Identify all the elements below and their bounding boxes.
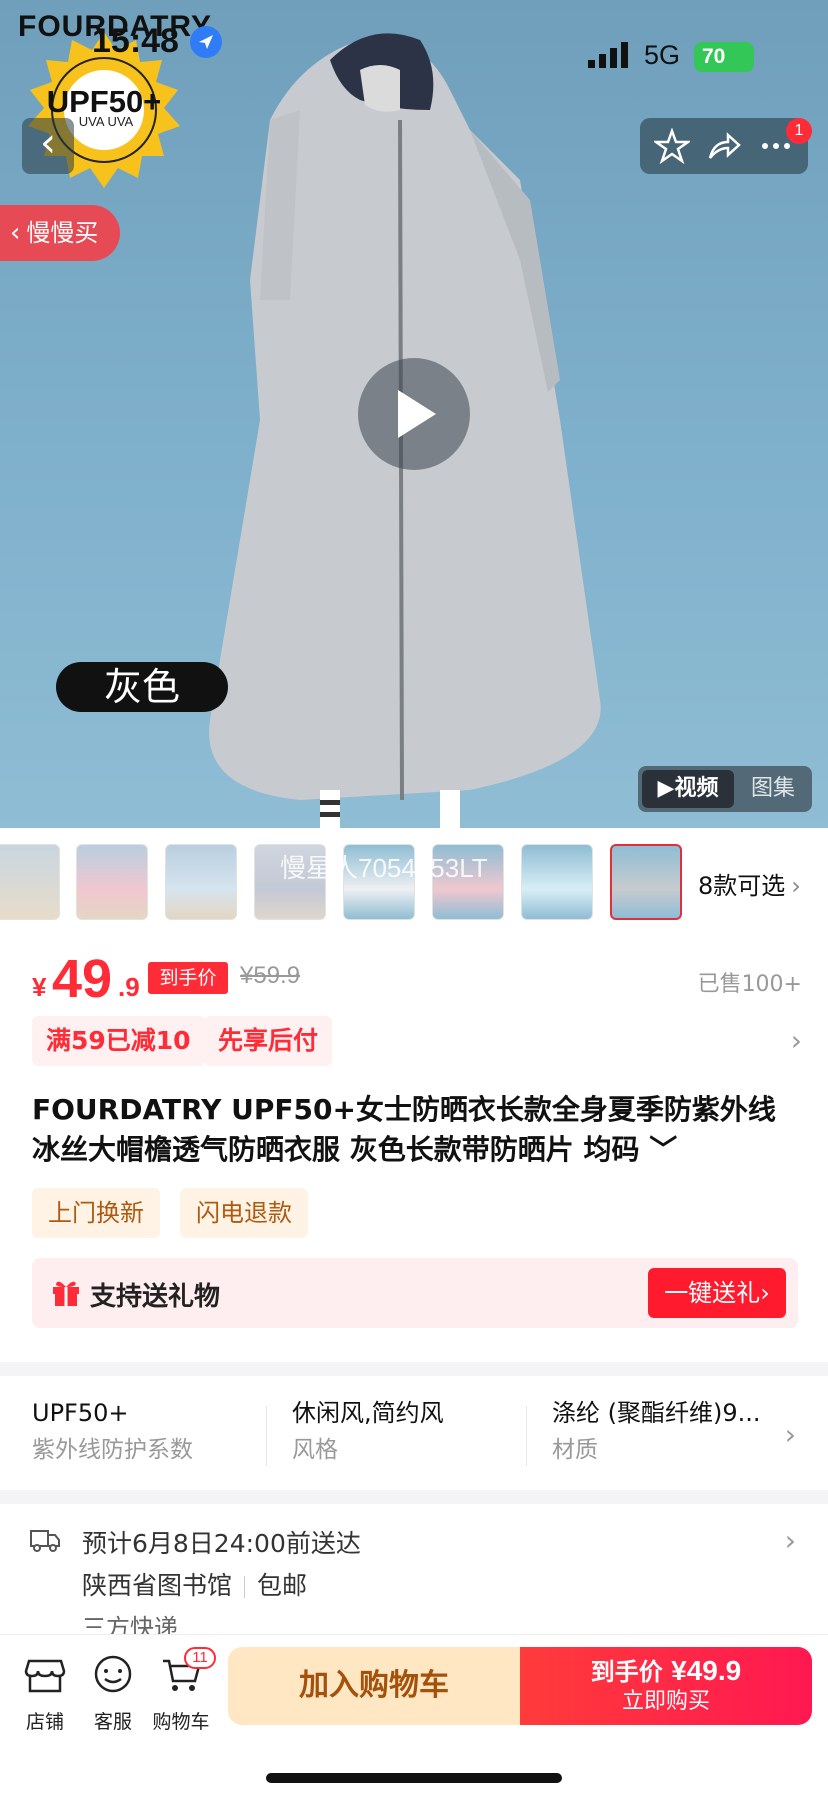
truck-icon — [30, 1530, 60, 1552]
chevron-left-icon: ‹ — [10, 218, 21, 248]
attribute-value: 涤纶 (聚酯纤维)9... — [552, 1399, 761, 1427]
price-decimal: .9 — [118, 972, 140, 1002]
price-row: ¥ 49 .9 到手价 ¥59.9 已售100+ — [32, 948, 802, 1010]
shop-icon — [24, 1659, 66, 1693]
chat-smile-icon — [94, 1655, 132, 1693]
attribute-label: 材质 — [552, 1437, 598, 1463]
price-currency: ¥ — [32, 972, 47, 1002]
customer-service-button[interactable]: 客服 — [80, 1653, 146, 1734]
variant-count-label: 8款可选 — [698, 872, 786, 900]
color-label-chip: 灰色 — [56, 662, 228, 712]
battery-indicator: 70 — [694, 42, 754, 72]
media-switch: ▶视频 图集 — [638, 766, 812, 812]
cart-label: 购物车 — [152, 1711, 210, 1733]
tab-video[interactable]: ▶视频 — [642, 770, 734, 808]
variant-thumbnail[interactable] — [521, 844, 593, 920]
final-price-badge: 到手价 — [148, 962, 228, 994]
play-icon — [398, 390, 436, 438]
variant-thumbnail[interactable] — [76, 844, 148, 920]
chevron-right-icon: › — [784, 1418, 796, 1451]
gift-support-label: 支持送礼物 — [90, 1282, 221, 1312]
chevron-right-icon: › — [760, 1279, 770, 1307]
variant-thumbnail[interactable] — [165, 844, 237, 920]
back-to-shop-tag[interactable]: ‹ 慢慢买 — [0, 205, 120, 261]
notification-badge: 1 — [786, 118, 812, 144]
location-arrow-icon — [190, 26, 222, 58]
buy-now-price-line: 到手价 ¥49.9 — [520, 1655, 812, 1688]
service-tags: 上门换新 闪电退款 — [32, 1188, 802, 1240]
promo-tag-pay-later: 先享后付 — [204, 1016, 333, 1066]
chevron-right-icon: › — [790, 1024, 802, 1057]
home-indicator[interactable] — [266, 1773, 562, 1783]
product-hero-image[interactable]: FOURDATRY UPF50+ UVA UVA 15:48 5G 70 ‹ 1… — [0, 0, 828, 828]
variant-count-link[interactable]: 8款可选 › — [698, 866, 801, 901]
shop-button[interactable]: 店铺 — [12, 1653, 78, 1734]
add-to-cart-button[interactable]: 加入购物车 — [228, 1647, 520, 1725]
bottom-action-bar: 店铺 客服 11 购物车 加入购物车 到手价 ¥49.9 立即购买 — [0, 1634, 828, 1795]
play-video-button[interactable] — [358, 358, 470, 470]
attribute-item: 休闲风,简约风 风格 — [292, 1396, 532, 1470]
send-gift-label: 一键送礼 — [664, 1279, 761, 1307]
original-price: ¥59.9 — [240, 962, 301, 989]
gift-support-bar: 支持送礼物 一键送礼› — [32, 1258, 798, 1328]
attribute-label: 紫外线防护系数 — [32, 1437, 193, 1463]
service-tag-exchange: 上门换新 — [32, 1188, 160, 1238]
customer-service-label: 客服 — [93, 1711, 132, 1733]
variant-thumbnail-strip: 慢星人7054453LT 8款可选 › — [0, 834, 828, 930]
back-to-shop-label: 慢慢买 — [26, 219, 99, 247]
cart-count-badge: 11 — [184, 1647, 216, 1669]
attribute-divider — [266, 1406, 267, 1466]
price-integer: 49 — [52, 949, 113, 1009]
promo-tag-discount: 满59已减10 — [32, 1016, 205, 1066]
cart-button[interactable]: 11 购物车 — [148, 1647, 216, 1734]
promo-row[interactable]: 满59已减10 先享后付 › — [32, 1016, 802, 1068]
battery-level: 70 — [702, 45, 726, 68]
chevron-left-icon: ‹ — [40, 120, 56, 166]
attribute-item: UPF50+ 紫外线防护系数 — [32, 1396, 272, 1470]
network-type: 5G — [644, 40, 681, 70]
back-button[interactable]: ‹ — [22, 118, 74, 174]
gift-icon — [53, 1281, 79, 1306]
attribute-divider — [526, 1406, 527, 1466]
product-attributes[interactable]: UPF50+ 紫外线防护系数 休闲风,简约风 风格 涤纶 (聚酯纤维)9... … — [0, 1382, 828, 1484]
shipping-fee: 包邮 — [257, 1571, 308, 1600]
product-title[interactable]: FOURDATRY UPF50+女士防晒衣长款全身夏季防紫外线冰丝大帽檐透气防晒… — [32, 1090, 792, 1170]
clock: 15:48 — [92, 22, 179, 60]
product-page: FOURDATRY UPF50+ UVA UVA 15:48 5G 70 ‹ 1… — [0, 0, 828, 1795]
uva-label: UVA UVA — [78, 114, 134, 129]
delivery-eta: 预计6月8日24:00前送达 — [82, 1529, 361, 1558]
send-gift-button[interactable]: 一键送礼› — [648, 1268, 786, 1318]
tab-gallery[interactable]: 图集 — [738, 770, 808, 808]
signal-strength-icon — [588, 42, 628, 68]
divider — [244, 1576, 246, 1598]
shop-label: 店铺 — [25, 1711, 64, 1733]
attribute-value: 休闲风,简约风 — [292, 1399, 444, 1427]
status-bar: FOURDATRY UPF50+ UVA UVA 15:48 5G 70 — [0, 0, 828, 188]
service-tag-refund: 闪电退款 — [180, 1188, 308, 1238]
top-action-group — [640, 118, 808, 174]
share-icon[interactable] — [706, 128, 742, 164]
section-divider — [0, 1490, 828, 1504]
buy-now-price-label: 到手价 — [590, 1658, 663, 1686]
sold-count: 已售100+ — [697, 972, 802, 997]
attribute-item: 涤纶 (聚酯纤维)9... 材质 — [552, 1396, 762, 1470]
chevron-right-icon: › — [791, 872, 801, 900]
delivery-info[interactable]: 预计6月8日24:00前送达 陕西省图书馆 包邮 三方快递 › — [0, 1504, 828, 1642]
delivery-location: 陕西省图书馆 — [82, 1571, 233, 1600]
section-divider — [0, 1362, 828, 1376]
buy-now-button[interactable]: 到手价 ¥49.9 立即购买 — [520, 1647, 812, 1725]
variant-thumbnail[interactable] — [0, 844, 60, 920]
buy-now-price: ¥49.9 — [671, 1655, 742, 1686]
chevron-right-icon: › — [784, 1524, 796, 1557]
delivery-location-row: 陕西省图书馆 包邮 — [82, 1566, 307, 1602]
favorite-star-icon[interactable] — [654, 128, 690, 164]
user-watermark: 慢星人7054453LT — [280, 853, 488, 883]
attribute-value: UPF50+ — [32, 1399, 129, 1427]
variant-thumbnail-selected[interactable] — [610, 844, 682, 920]
attribute-label: 风格 — [292, 1437, 338, 1463]
buy-now-label: 立即购买 — [621, 1689, 710, 1714]
